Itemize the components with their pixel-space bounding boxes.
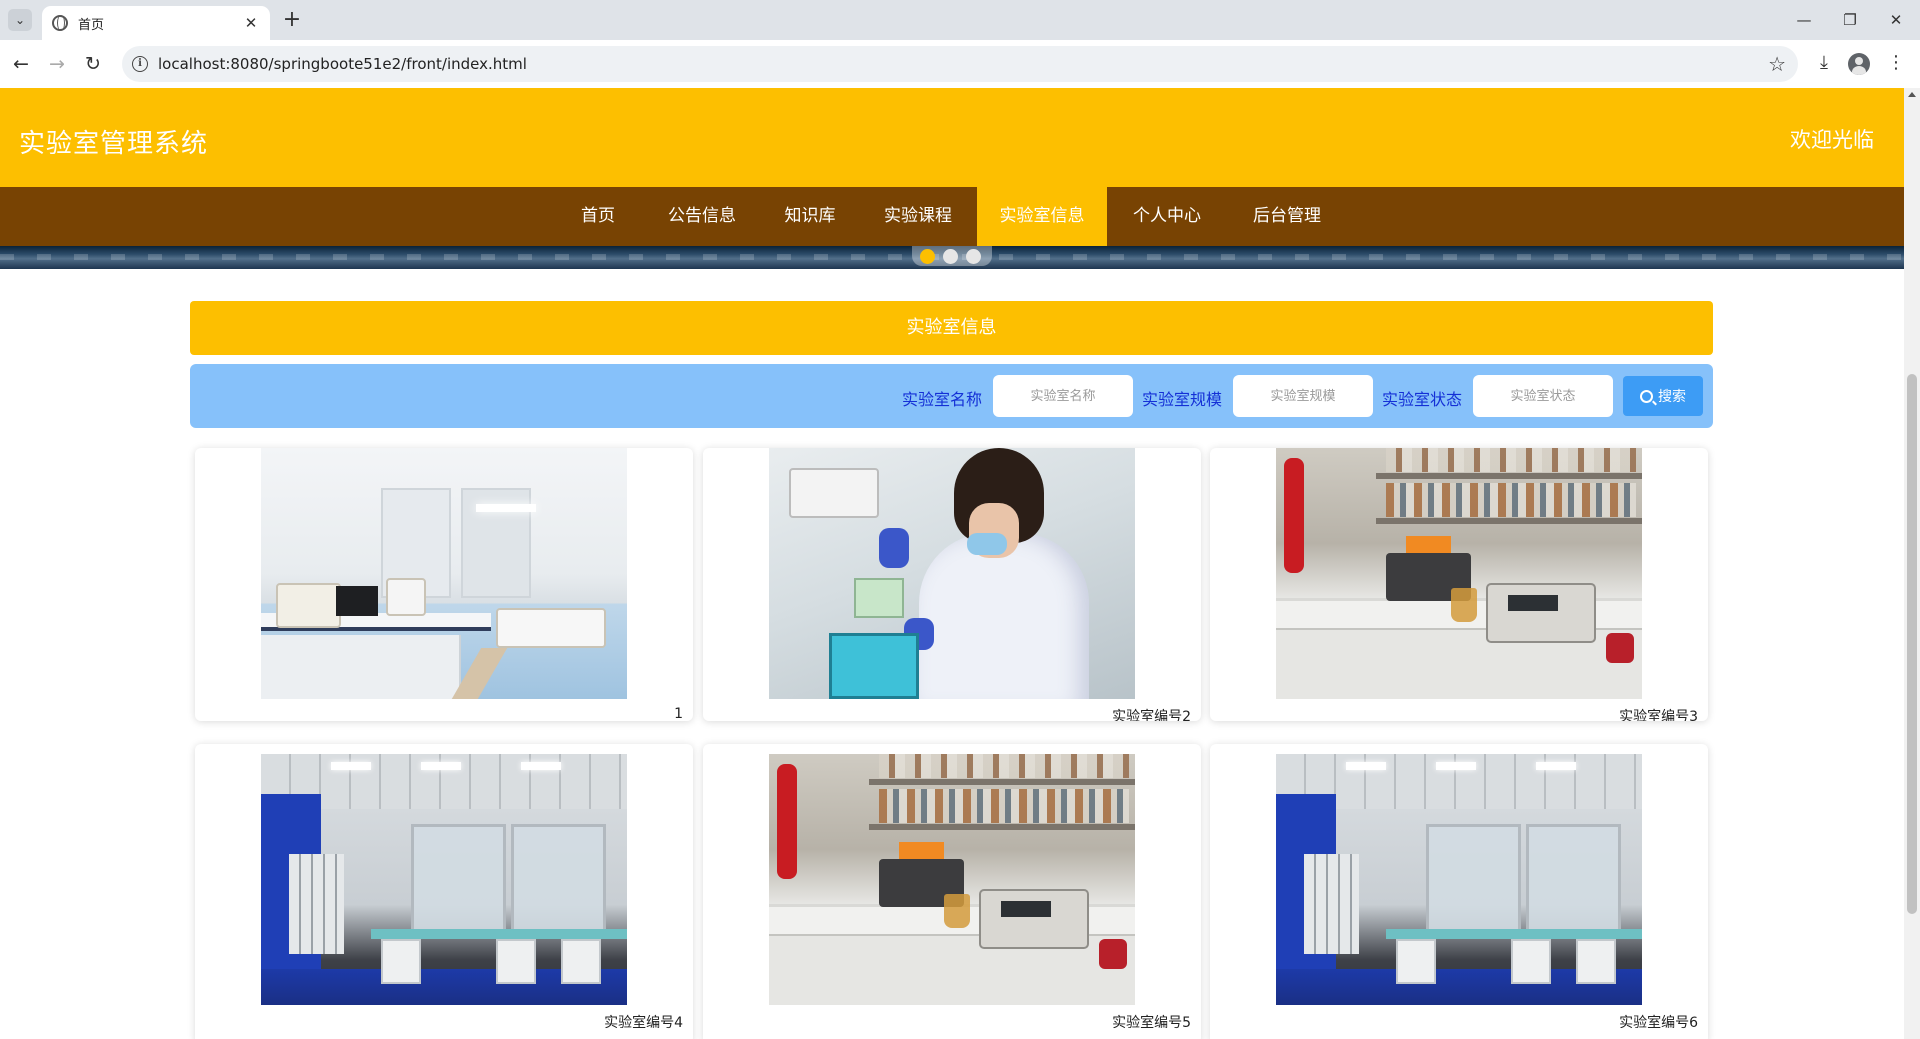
- lab-card[interactable]: 实验室编号6: [1210, 744, 1708, 1039]
- lab-photo[interactable]: [261, 448, 627, 699]
- lab-card[interactable]: 实验室编号2: [703, 448, 1201, 721]
- download-icon[interactable]: ⤓: [1812, 52, 1836, 73]
- lab-caption: 1: [674, 706, 683, 721]
- browser-toolbar: ← → ↻ i localhost:8080/springboote51e2/f…: [0, 40, 1920, 88]
- search-panel: 实验室名称 实验室规模 实验室状态 搜索: [190, 364, 1713, 428]
- nav-item-admin[interactable]: 后台管理: [1237, 187, 1337, 246]
- nav-item-lab-info[interactable]: 实验室信息: [977, 187, 1107, 246]
- globe-icon: [52, 15, 68, 31]
- lab-card[interactable]: 实验室编号5: [703, 744, 1201, 1039]
- browser-tab-strip: ⌄ 首页 ✕ + — ❐ ✕: [0, 0, 1920, 40]
- lab-card[interactable]: 实验室编号4: [195, 744, 693, 1039]
- nav-item-courses[interactable]: 实验课程: [868, 187, 968, 246]
- nav-item-announcements[interactable]: 公告信息: [652, 187, 752, 246]
- lab-card[interactable]: 实验室编号3: [1210, 448, 1708, 721]
- lab-caption: 实验室编号4: [604, 1015, 683, 1031]
- page-scrollbar[interactable]: [1904, 88, 1920, 1039]
- url-text[interactable]: localhost:8080/springboote51e2/front/ind…: [158, 55, 527, 73]
- lab-photo[interactable]: [1276, 448, 1642, 699]
- back-arrow-icon[interactable]: ←: [8, 51, 34, 77]
- nav-item-home[interactable]: 首页: [562, 187, 634, 246]
- search-button[interactable]: 搜索: [1623, 376, 1703, 416]
- carousel-dot-1[interactable]: [920, 249, 935, 264]
- lab-caption: 实验室编号2: [1112, 709, 1191, 721]
- lab-photo[interactable]: [1276, 754, 1642, 1005]
- new-tab-button[interactable]: +: [280, 8, 304, 32]
- close-window-button[interactable]: ✕: [1876, 7, 1916, 33]
- lab-card[interactable]: 1: [195, 448, 693, 721]
- lab-name-input[interactable]: [993, 375, 1133, 417]
- lab-name-label: 实验室名称: [902, 390, 983, 409]
- more-menu-icon[interactable]: ⋮: [1884, 52, 1908, 73]
- chevron-down-icon: ⌄: [14, 13, 26, 27]
- bookmark-star-icon[interactable]: ☆: [1768, 52, 1786, 76]
- lab-caption: 实验室编号6: [1619, 1015, 1698, 1031]
- carousel-dot-2[interactable]: [943, 249, 958, 264]
- site-title: 实验室管理系统: [19, 129, 209, 159]
- reload-icon[interactable]: ↻: [80, 51, 106, 77]
- tab-title: 首页: [78, 17, 105, 33]
- forward-arrow-icon[interactable]: →: [44, 51, 70, 77]
- carousel-dots: [912, 246, 992, 266]
- section-title: 实验室信息: [190, 301, 1713, 355]
- lab-status-input[interactable]: [1473, 375, 1613, 417]
- scrollbar-thumb[interactable]: [1907, 374, 1917, 914]
- minimize-button[interactable]: —: [1784, 7, 1824, 33]
- page-viewport: 实验室管理系统 欢迎光临 首页 公告信息 知识库 实验课程 实验室信息 个人中心…: [0, 88, 1904, 1039]
- carousel-dot-3[interactable]: [966, 249, 981, 264]
- nav-item-personal-center[interactable]: 个人中心: [1117, 187, 1217, 246]
- welcome-text: 欢迎光临: [1790, 128, 1874, 152]
- site-header: 实验室管理系统 欢迎光临: [0, 88, 1904, 187]
- nav-item-knowledge-base[interactable]: 知识库: [770, 187, 850, 246]
- lab-photo[interactable]: [769, 754, 1135, 1005]
- lab-scale-input[interactable]: [1233, 375, 1373, 417]
- scroll-up-icon[interactable]: [1908, 92, 1916, 97]
- lab-caption: 实验室编号3: [1619, 709, 1698, 721]
- lab-scale-label: 实验室规模: [1142, 390, 1223, 409]
- main-nav: 首页 公告信息 知识库 实验课程 实验室信息 个人中心 后台管理: [0, 187, 1904, 246]
- restore-button[interactable]: ❐: [1830, 7, 1870, 33]
- lab-photo[interactable]: [769, 448, 1135, 699]
- site-info-icon[interactable]: i: [132, 56, 148, 72]
- search-button-label: 搜索: [1658, 389, 1686, 405]
- lab-photo[interactable]: [261, 754, 627, 1005]
- tab-close-icon[interactable]: ✕: [242, 14, 260, 32]
- address-bar[interactable]: i localhost:8080/springboote51e2/front/i…: [122, 46, 1798, 82]
- browser-tab[interactable]: 首页 ✕: [42, 6, 270, 40]
- avatar-icon: [1848, 53, 1870, 75]
- search-icon: [1640, 389, 1653, 403]
- tab-search-button[interactable]: ⌄: [8, 9, 32, 31]
- lab-status-label: 实验室状态: [1382, 390, 1463, 409]
- lab-caption: 实验室编号5: [1112, 1015, 1191, 1031]
- profile-button[interactable]: [1848, 53, 1872, 75]
